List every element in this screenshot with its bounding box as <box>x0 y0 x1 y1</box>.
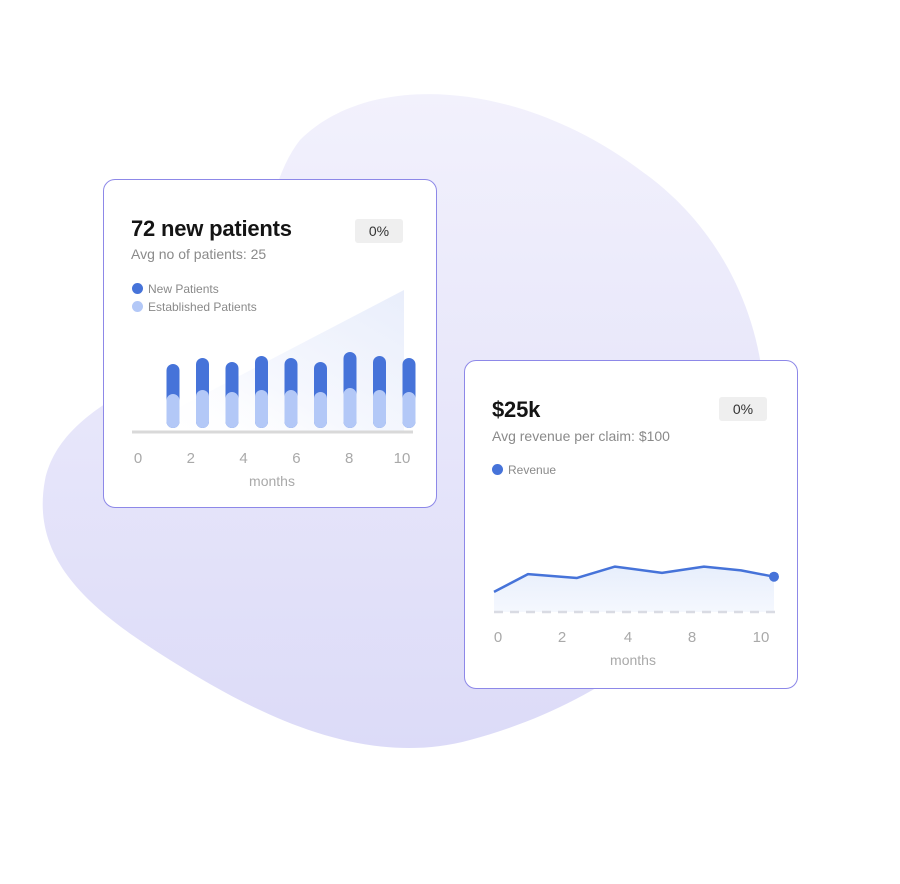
revenue-line-area <box>494 566 774 612</box>
bar-established-patients <box>402 392 416 428</box>
line-chart-x-tick: 2 <box>558 629 566 646</box>
bar-chart-x-axis-label: months <box>249 473 295 489</box>
revenue-line-end-point <box>769 571 779 582</box>
line-chart-x-tick: 4 <box>624 629 632 646</box>
patients-card: 72 new patients Avg no of patients: 25 0… <box>103 179 437 508</box>
bar-established-patients <box>314 392 327 428</box>
line-chart-x-tick: 0 <box>494 629 502 646</box>
bar-chart-x-tick: 0 <box>134 450 142 467</box>
revenue-card: $25k Avg revenue per claim: $100 0% Reve… <box>464 360 798 689</box>
bar-established-patients <box>373 390 386 428</box>
line-chart-x-tick: 8 <box>688 629 696 646</box>
revenue-line-chart: 0 2 4 8 10 months <box>493 565 779 668</box>
bar-established-patients <box>225 392 239 428</box>
bar-chart-x-tick: 4 <box>239 450 247 467</box>
patients-bar-chart: 0 2 4 6 8 10 months <box>132 290 416 489</box>
bar-chart-x-tick: 8 <box>345 450 353 467</box>
bar-established-patients <box>343 388 357 428</box>
line-chart-x-tick: 10 <box>753 629 770 646</box>
bar-chart-x-tick: 2 <box>187 450 195 467</box>
bar-chart-x-tick: 10 <box>394 450 411 467</box>
bar-chart-x-tick: 6 <box>292 450 300 467</box>
bar-established-patients <box>196 390 209 428</box>
bar-established-patients <box>166 394 180 428</box>
line-chart-x-axis-label: months <box>610 652 656 668</box>
bar-established-patients <box>284 390 298 428</box>
bar-established-patients <box>255 390 268 428</box>
